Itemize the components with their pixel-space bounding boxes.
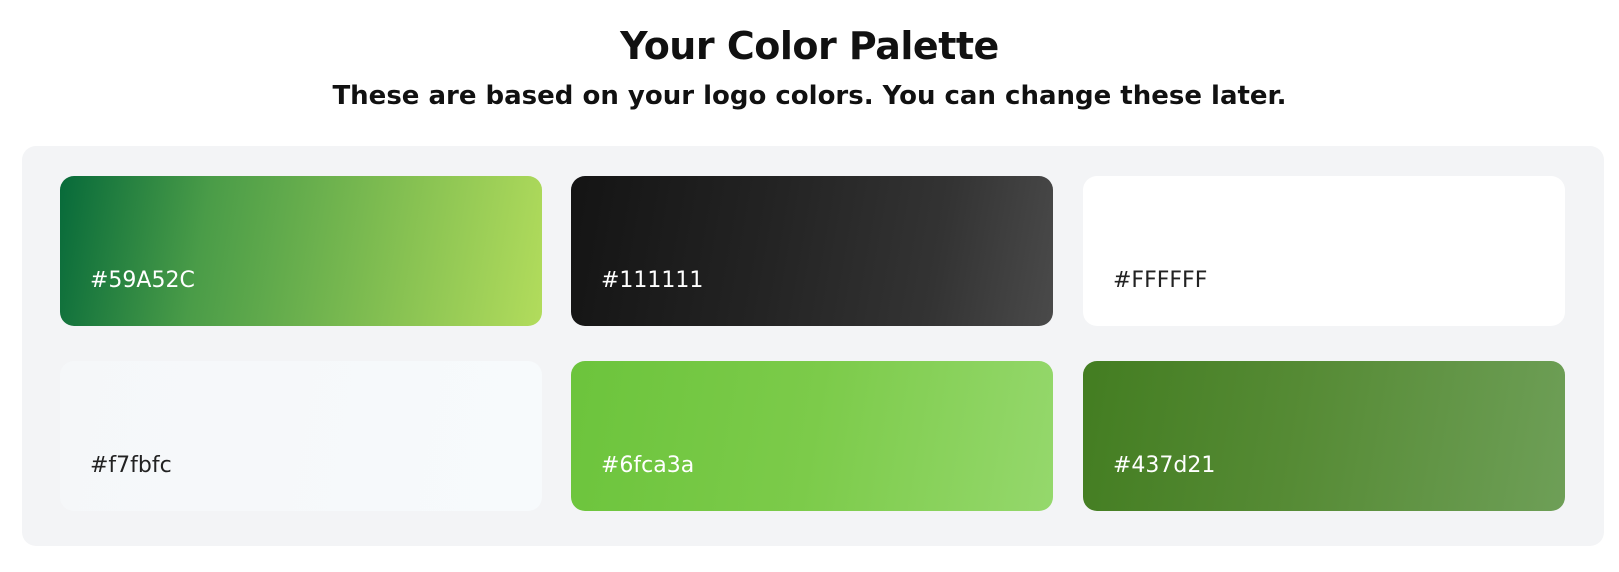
swatch-hex-label: #6fca3a — [601, 453, 695, 478]
page-title: Your Color Palette — [620, 24, 999, 68]
swatch-hex-label: #59A52C — [90, 268, 195, 293]
palette-panel: #59A52C #111111 #FFFFFF #f7fbfc #6fca3a … — [22, 146, 1604, 546]
swatch-hex-label: #FFFFFF — [1113, 268, 1208, 293]
swatch-hex-label: #f7fbfc — [90, 453, 172, 478]
color-swatch-dark[interactable]: #111111 — [571, 176, 1053, 326]
swatch-hex-label: #111111 — [601, 268, 704, 293]
page-subtitle: These are based on your logo colors. You… — [332, 81, 1287, 111]
color-swatch-light[interactable]: #f7fbfc — [60, 361, 542, 511]
color-swatch-bright-green[interactable]: #6fca3a — [571, 361, 1053, 511]
color-swatch-white[interactable]: #FFFFFF — [1083, 176, 1565, 326]
color-swatch-primary[interactable]: #59A52C — [60, 176, 542, 326]
swatch-hex-label: #437d21 — [1113, 453, 1216, 478]
color-swatch-dark-green[interactable]: #437d21 — [1083, 361, 1565, 511]
